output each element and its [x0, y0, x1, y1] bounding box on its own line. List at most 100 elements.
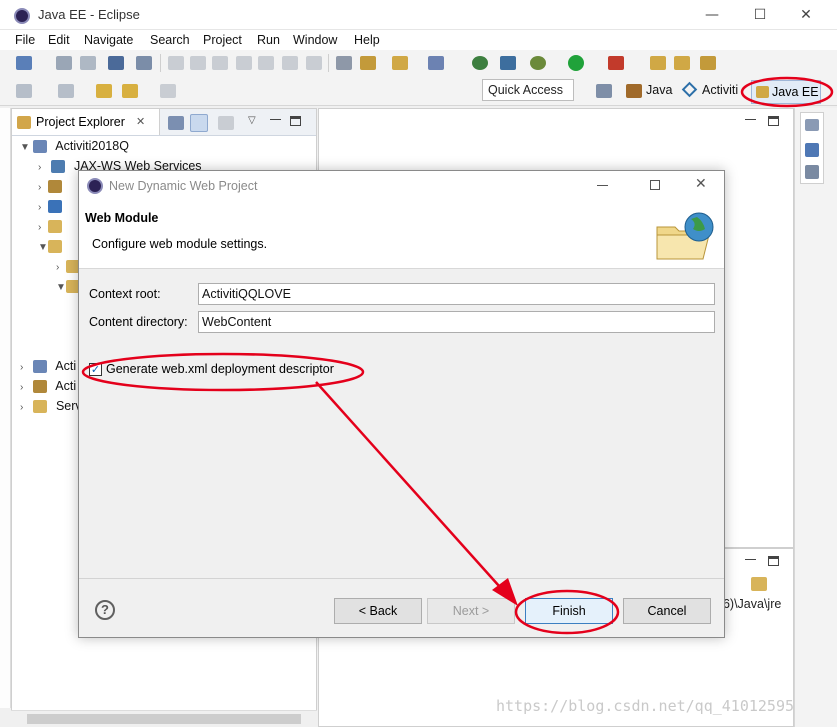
wrench-icon[interactable] [700, 56, 716, 70]
save-icon[interactable] [56, 56, 72, 70]
title-bar: Java EE - Eclipse — ☐ ✕ [0, 0, 837, 30]
expand-icon[interactable]: › [38, 222, 48, 233]
quick-access-input[interactable]: Quick Access [482, 79, 574, 101]
finish-button[interactable]: Finish [525, 598, 613, 624]
step-return-icon[interactable] [306, 56, 322, 70]
outline-icon[interactable] [805, 143, 819, 157]
expand-icon[interactable]: ▼ [38, 242, 48, 253]
perspective-java[interactable]: Java [646, 83, 672, 97]
menu-run[interactable]: Run [257, 33, 280, 47]
expand-icon[interactable]: ▼ [56, 282, 66, 293]
focus-icon[interactable] [218, 116, 234, 130]
menu-file[interactable]: File [15, 33, 35, 47]
tree-item-activiti2018q[interactable]: ▼ Activiti2018Q [20, 139, 129, 159]
expand-icon[interactable]: › [56, 262, 66, 273]
maximize-panel-icon[interactable] [768, 556, 779, 566]
expand-icon[interactable]: › [38, 162, 48, 173]
window-title: Java EE - Eclipse [38, 7, 140, 22]
scrollbar-thumb[interactable] [27, 714, 301, 724]
tree-item-acti-2[interactable]: › Acti [20, 379, 76, 399]
collapse-all-icon[interactable] [168, 116, 184, 130]
globe-icon[interactable] [472, 56, 488, 70]
minimize-button[interactable]: — [697, 4, 727, 26]
open-resource-icon[interactable] [674, 56, 690, 70]
servers-icon[interactable] [336, 56, 352, 70]
close-button[interactable]: ✕ [791, 4, 821, 26]
menu-window[interactable]: Window [293, 33, 337, 47]
tree-item[interactable]: ▼ [38, 239, 67, 259]
expand-icon[interactable]: › [20, 362, 30, 373]
java-perspective-icon[interactable] [626, 84, 642, 98]
restore-icon[interactable] [805, 119, 819, 131]
tree-item[interactable]: › [38, 199, 67, 219]
tree-item[interactable]: › [38, 219, 67, 239]
content-directory-input[interactable]: WebContent [198, 311, 715, 333]
expand-icon[interactable]: › [20, 382, 30, 393]
step-into-icon[interactable] [258, 56, 274, 70]
step-over-icon[interactable] [282, 56, 298, 70]
new-server-icon[interactable] [751, 577, 767, 591]
project-explorer-tab[interactable]: Project Explorer ✕ [12, 109, 160, 135]
dialog-maximize-icon[interactable] [650, 180, 660, 190]
disconnect-icon[interactable] [236, 56, 252, 70]
terminate-icon[interactable] [212, 56, 228, 70]
maximize-button[interactable]: ☐ [745, 4, 775, 26]
search-icon[interactable] [500, 56, 516, 70]
back-icon[interactable] [122, 84, 138, 98]
external-tools-icon[interactable] [608, 56, 624, 70]
help-icon[interactable]: ? [95, 600, 115, 620]
previous-annotation-icon[interactable] [58, 84, 74, 98]
menu-edit[interactable]: Edit [48, 33, 70, 47]
close-tab-icon[interactable]: ✕ [136, 115, 145, 128]
dialog-close-icon[interactable]: ✕ [695, 176, 707, 192]
expand-icon[interactable]: › [38, 182, 48, 193]
new-java-project-icon[interactable] [392, 56, 408, 70]
link-with-editor-icon[interactable] [190, 114, 208, 132]
dialog-minimize-icon[interactable] [597, 185, 608, 186]
new-class-icon[interactable] [428, 56, 444, 70]
skip-breakpoints-icon[interactable] [136, 56, 152, 70]
expand-icon[interactable]: › [20, 402, 30, 413]
next-button[interactable]: Next > [427, 598, 515, 624]
web-services-icon [51, 160, 66, 174]
jre-path-text: 86)\Java\jre [716, 597, 782, 611]
cancel-button[interactable]: Cancel [623, 598, 711, 624]
tree-item-servers[interactable]: › Serv [20, 399, 82, 419]
menu-search[interactable]: Search [150, 33, 190, 47]
debug-icon[interactable] [530, 56, 546, 70]
forward-icon[interactable] [160, 84, 176, 98]
context-root-input[interactable]: ActivitiQQLOVE [198, 283, 715, 305]
back-button[interactable]: < Back [334, 598, 422, 624]
next-annotation-icon[interactable] [16, 84, 32, 98]
resume-icon[interactable] [168, 56, 184, 70]
new-icon[interactable] [16, 56, 32, 70]
minimize-panel-icon[interactable] [745, 557, 756, 560]
perspective-activiti[interactable]: Activiti [702, 83, 738, 97]
open-perspective-icon[interactable] [596, 84, 612, 98]
horizontal-scrollbar[interactable] [11, 710, 317, 726]
generate-webxml-label[interactable]: Generate web.xml deployment descriptor [106, 362, 334, 376]
tree-item-acti-1[interactable]: › Acti [20, 359, 76, 379]
tree-item[interactable]: › [38, 179, 67, 199]
left-edge-strip [0, 108, 11, 708]
task-list-icon[interactable] [805, 165, 819, 179]
view-menu-icon[interactable]: ▽ [248, 115, 256, 126]
suspend-icon[interactable] [190, 56, 206, 70]
generate-webxml-checkbox[interactable]: ✓ [89, 363, 102, 376]
last-edit-icon[interactable] [96, 84, 112, 98]
run-icon[interactable] [568, 55, 584, 71]
menu-help[interactable]: Help [354, 33, 380, 47]
perspective-javaee[interactable]: Java EE [751, 80, 821, 104]
expand-icon[interactable]: ▼ [20, 142, 30, 153]
open-type-icon[interactable] [360, 56, 376, 70]
minimize-editor-icon[interactable] [745, 117, 756, 120]
minimize-view-icon[interactable] [270, 117, 281, 120]
maximize-editor-icon[interactable] [768, 116, 779, 126]
save-all-icon[interactable] [80, 56, 96, 70]
menu-navigate[interactable]: Navigate [84, 33, 133, 47]
menu-project[interactable]: Project [203, 33, 242, 47]
print-icon[interactable] [108, 56, 124, 70]
open-folder-icon[interactable] [650, 56, 666, 70]
expand-icon[interactable]: › [38, 202, 48, 213]
maximize-view-icon[interactable] [290, 116, 301, 126]
